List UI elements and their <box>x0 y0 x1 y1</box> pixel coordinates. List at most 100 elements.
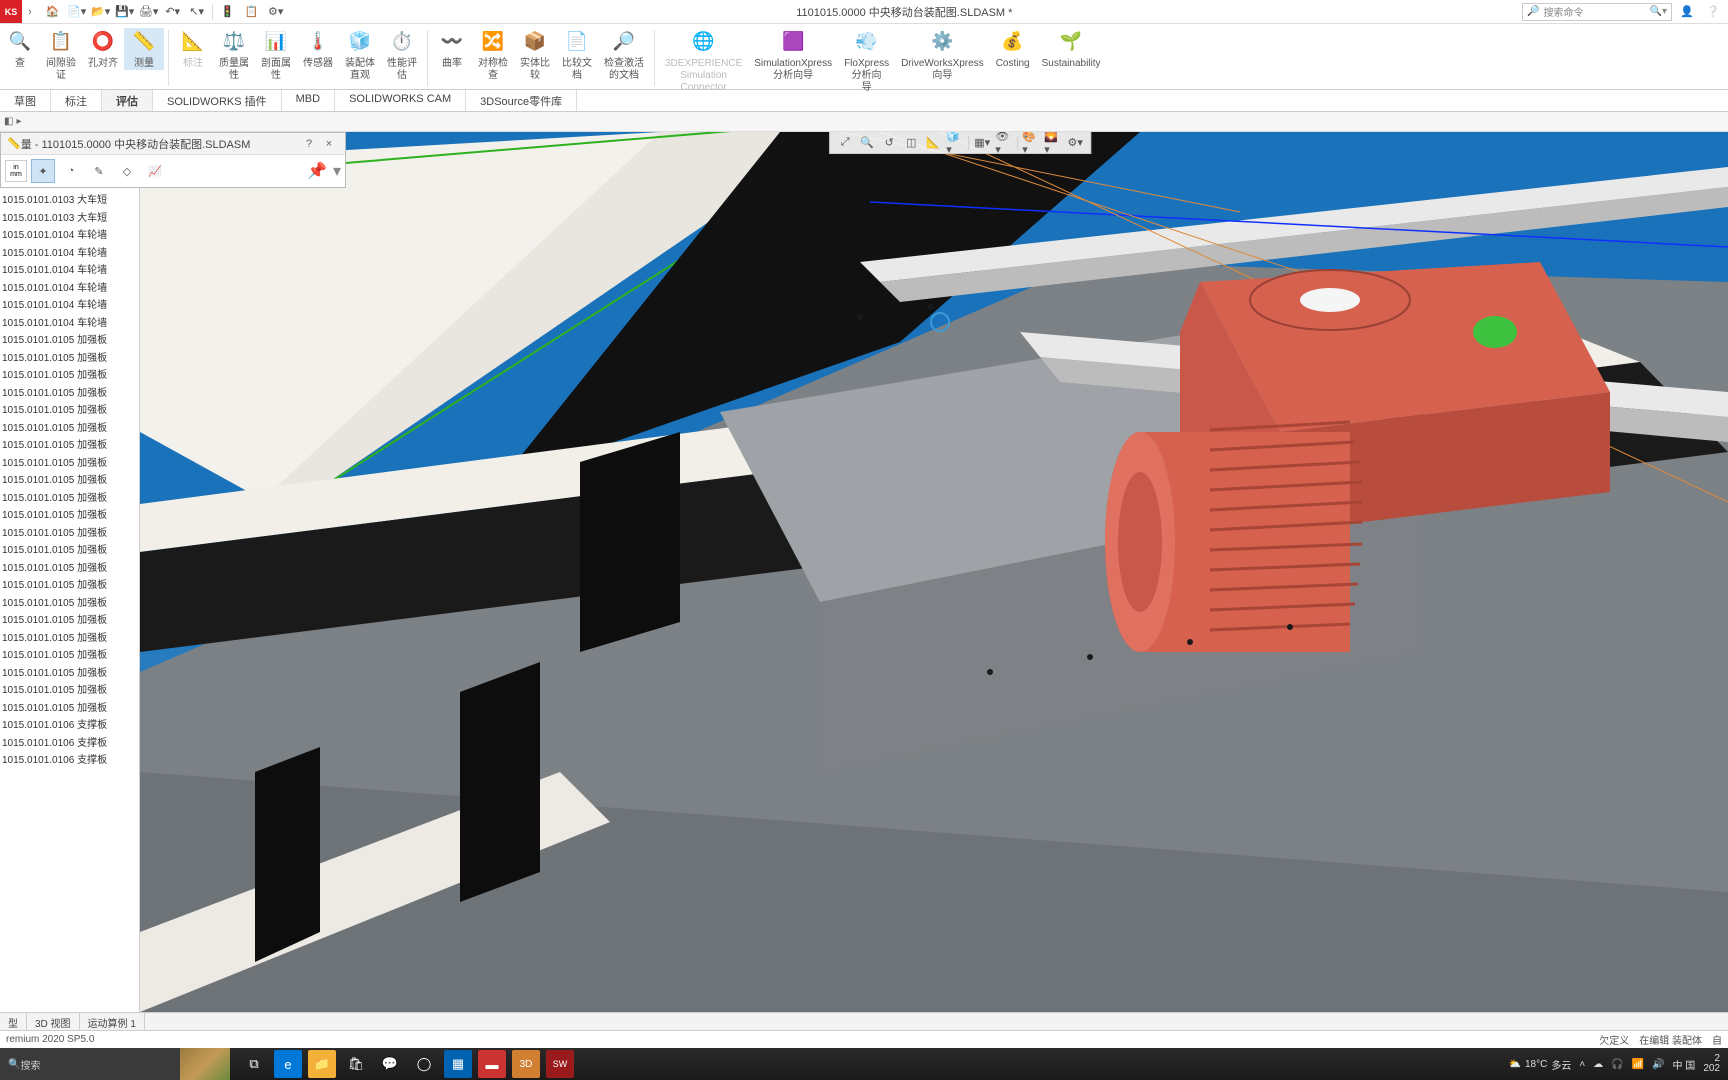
tab-3DSource零件库[interactable]: 3DSource零件库 <box>466 90 577 111</box>
tree-item[interactable]: 1015.0101.0105 加强板 <box>0 577 139 595</box>
tree-item[interactable]: 1015.0101.0105 加强板 <box>0 490 139 508</box>
volume-icon[interactable]: 🔊 <box>1652 1059 1664 1070</box>
ribbon-测量[interactable]: 📏测量 <box>124 28 164 70</box>
tree-item[interactable]: 1015.0101.0105 加强板 <box>0 700 139 718</box>
tree-item[interactable]: 1015.0101.0105 加强板 <box>0 595 139 613</box>
chevron-down-icon[interactable]: ▾ <box>333 161 341 181</box>
task-view-icon[interactable]: ⧉ <box>240 1050 268 1078</box>
tree-item[interactable]: 1015.0101.0105 加强板 <box>0 630 139 648</box>
tree-item[interactable]: 1015.0101.0105 加强板 <box>0 542 139 560</box>
solidworks-2020-icon[interactable]: SW <box>546 1050 574 1078</box>
search-dropdown-icon[interactable]: 🔍▾ <box>1650 6 1667 17</box>
ribbon-质量属[interactable]: ⚖️质量属性 <box>213 28 255 82</box>
tree-item[interactable]: 1015.0101.0105 加强板 <box>0 455 139 473</box>
tree-item[interactable]: 1015.0101.0103 大车短 <box>0 192 139 210</box>
command-search-input[interactable]: 🔎 搜索命令 🔍▾ <box>1522 3 1672 21</box>
tree-item[interactable]: 1015.0101.0105 加强板 <box>0 612 139 630</box>
cloud-icon[interactable]: ☁ <box>1593 1059 1603 1070</box>
ribbon-传感器[interactable]: 🌡️传感器 <box>297 28 339 70</box>
ribbon-FloXpress[interactable]: 💨FloXpress分析向导 <box>838 28 895 94</box>
view-settings-icon[interactable]: ⚙▾ <box>1066 134 1084 152</box>
store-icon[interactable]: 🛍 <box>342 1050 370 1078</box>
ribbon-比较文[interactable]: 📄比较文档 <box>556 28 598 82</box>
new-icon[interactable]: 📄▾ <box>66 2 88 22</box>
tab-草图[interactable]: 草图 <box>0 90 51 111</box>
apply-scene-icon[interactable]: 🌄▾ <box>1044 134 1062 152</box>
tab-SOLIDWORKS CAM[interactable]: SOLIDWORKS CAM <box>335 90 466 111</box>
open-icon[interactable]: 📂▾ <box>90 2 112 22</box>
ribbon-性能评[interactable]: ⏱️性能评估 <box>381 28 423 82</box>
ribbon-剖面属[interactable]: 📊剖面属性 <box>255 28 297 82</box>
wifi-icon[interactable]: 📶 <box>1632 1059 1644 1070</box>
pin-icon[interactable]: 📌 <box>307 161 327 181</box>
app-icon[interactable]: ◯ <box>410 1050 438 1078</box>
panel-tab-icon[interactable]: ▸ <box>16 116 21 127</box>
tree-item[interactable]: 1015.0101.0104 车轮墙 <box>0 245 139 263</box>
tab-标注[interactable]: 标注 <box>51 90 102 111</box>
save-icon[interactable]: 💾▾ <box>114 2 136 22</box>
ribbon-间隙验[interactable]: 📋间隙验证 <box>40 28 82 82</box>
measure-panel-titlebar[interactable]: 📏 量 - 1101015.0000 中央移动台装配图.SLDASM ? × <box>1 133 345 155</box>
edge-icon[interactable]: e <box>274 1050 302 1078</box>
tree-item[interactable]: 1015.0101.0104 车轮墙 <box>0 262 139 280</box>
hide-show-icon[interactable]: 👁▾ <box>995 134 1013 152</box>
weather-widget[interactable]: ⛅ 18°C 多云 <box>1509 1057 1572 1072</box>
headset-icon[interactable]: 🎧 <box>1611 1059 1623 1070</box>
view-orientation-icon[interactable]: 🧊▾ <box>946 134 964 152</box>
chevron-right-icon[interactable]: › <box>22 6 38 18</box>
tab-评估[interactable]: 评估 <box>102 90 153 111</box>
section-view-icon[interactable]: ◫ <box>902 134 920 152</box>
feature-tree[interactable]: 1015.0101.0103 大车短1015.0101.0103 大车短1015… <box>0 132 139 770</box>
tree-item[interactable]: 1015.0101.0105 加强板 <box>0 560 139 578</box>
tree-item[interactable]: 1015.0101.0105 加强板 <box>0 332 139 350</box>
graphics-viewport[interactable]: ⤢ 🔍 ↺ ◫ 📐 🧊▾ ▦▾ 👁▾ 🎨▾ 🌄▾ ⚙▾ <box>140 132 1728 1012</box>
measure-point-to-point-button[interactable]: ✦ <box>31 159 55 183</box>
ribbon-孔对齐[interactable]: ⭕孔对齐 <box>82 28 124 70</box>
tree-item[interactable]: 1015.0101.0105 加强板 <box>0 350 139 368</box>
settings-icon[interactable]: ⚙▾ <box>265 2 287 22</box>
app-icon-red[interactable]: ▬ <box>478 1050 506 1078</box>
traffic-light-icon[interactable]: 🚦 <box>217 2 239 22</box>
previous-view-icon[interactable]: ↺ <box>880 134 898 152</box>
measure-xyz-button[interactable]: ✎ <box>87 159 111 183</box>
user-icon[interactable]: 👤 <box>1676 2 1698 22</box>
bottom-tab-运动算例 1[interactable]: 运动算例 1 <box>80 1013 145 1030</box>
bottom-tab-型[interactable]: 型 <box>0 1013 27 1030</box>
zoom-fit-icon[interactable]: ⤢ <box>836 134 854 152</box>
tree-item[interactable]: 1015.0101.0105 加强板 <box>0 420 139 438</box>
ime-indicator[interactable]: 中 国 <box>1673 1057 1696 1072</box>
ribbon-曲率[interactable]: 〰️曲率 <box>432 28 472 70</box>
bottom-tab-3D 视图[interactable]: 3D 视图 <box>27 1013 80 1030</box>
help-icon[interactable]: ? <box>299 138 319 150</box>
tree-item[interactable]: 1015.0101.0105 加强板 <box>0 507 139 525</box>
tree-item[interactable]: 1015.0101.0105 加强板 <box>0 472 139 490</box>
tab-MBD[interactable]: MBD <box>282 90 335 111</box>
display-style-icon[interactable]: ▦▾ <box>973 134 991 152</box>
print-icon[interactable]: 🖨▾ <box>138 2 160 22</box>
ribbon-DriveWorksXpress[interactable]: ⚙️DriveWorksXpress向导 <box>895 28 990 82</box>
clock[interactable]: 2 202 <box>1703 1054 1720 1074</box>
tree-item[interactable]: 1015.0101.0105 加强板 <box>0 437 139 455</box>
unit-toggle[interactable]: in mm <box>5 160 27 182</box>
tree-item[interactable]: 1015.0101.0105 加强板 <box>0 682 139 700</box>
solidworks-3d-icon[interactable]: 3D <box>512 1050 540 1078</box>
ribbon-Costing[interactable]: 💰Costing <box>990 28 1036 70</box>
undo-icon[interactable]: ↶▾ <box>162 2 184 22</box>
ribbon-装配体[interactable]: 🧊装配体直观 <box>339 28 381 82</box>
panel-tab-icon[interactable]: ◧ <box>4 116 13 127</box>
tree-item[interactable]: 1015.0101.0106 支撑板 <box>0 717 139 735</box>
tree-item[interactable]: 1015.0101.0105 加强板 <box>0 665 139 683</box>
help-icon[interactable]: ❔ <box>1702 2 1724 22</box>
tree-item[interactable]: 1015.0101.0104 车轮墙 <box>0 297 139 315</box>
ribbon-SimulationXpress[interactable]: 🟪SimulationXpress分析向导 <box>748 28 838 82</box>
rebuild-icon[interactable]: 📋 <box>241 2 263 22</box>
tree-item[interactable]: 1015.0101.0104 车轮墙 <box>0 315 139 333</box>
tree-item[interactable]: 1015.0101.0106 支撑板 <box>0 735 139 753</box>
tree-item[interactable]: 1015.0101.0105 加强板 <box>0 525 139 543</box>
home-icon[interactable]: 🏠 <box>42 2 64 22</box>
measure-arc-button[interactable]: ◔ <box>59 159 83 183</box>
tray-chevron-icon[interactable]: ˄ <box>1579 1059 1585 1070</box>
tree-item[interactable]: 1015.0101.0104 车轮墙 <box>0 227 139 245</box>
tree-item[interactable]: 1015.0101.0105 加强板 <box>0 367 139 385</box>
tree-item[interactable]: 1015.0101.0105 加强板 <box>0 385 139 403</box>
